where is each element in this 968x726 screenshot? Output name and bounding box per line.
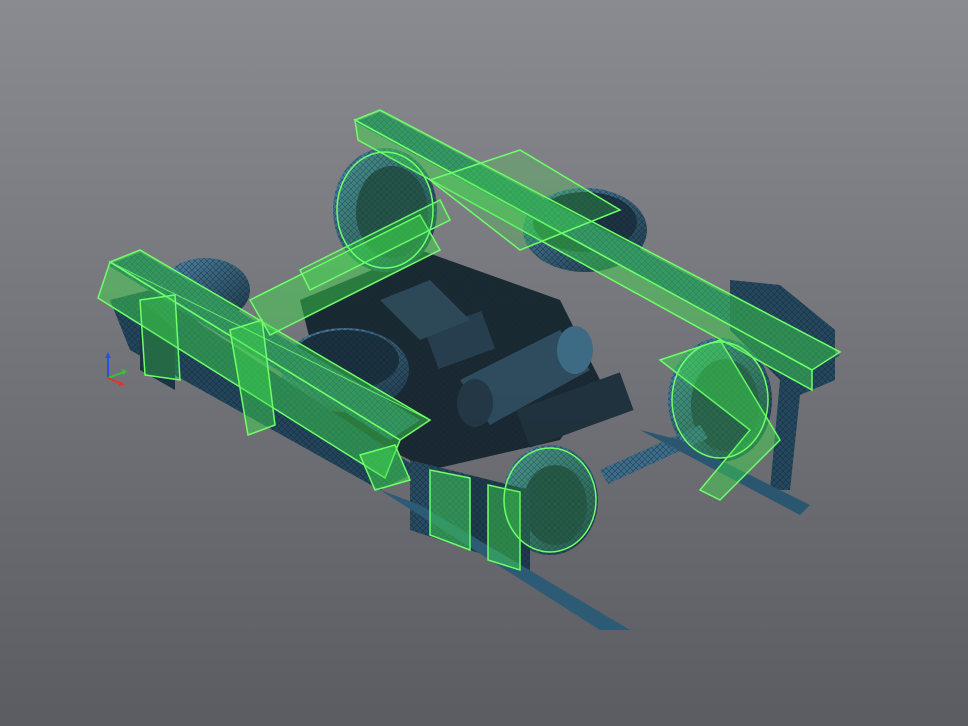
3d-viewport[interactable]: [0, 0, 968, 726]
coordinate-axes-icon: [105, 352, 127, 386]
bogie-3d-model[interactable]: [0, 0, 968, 726]
